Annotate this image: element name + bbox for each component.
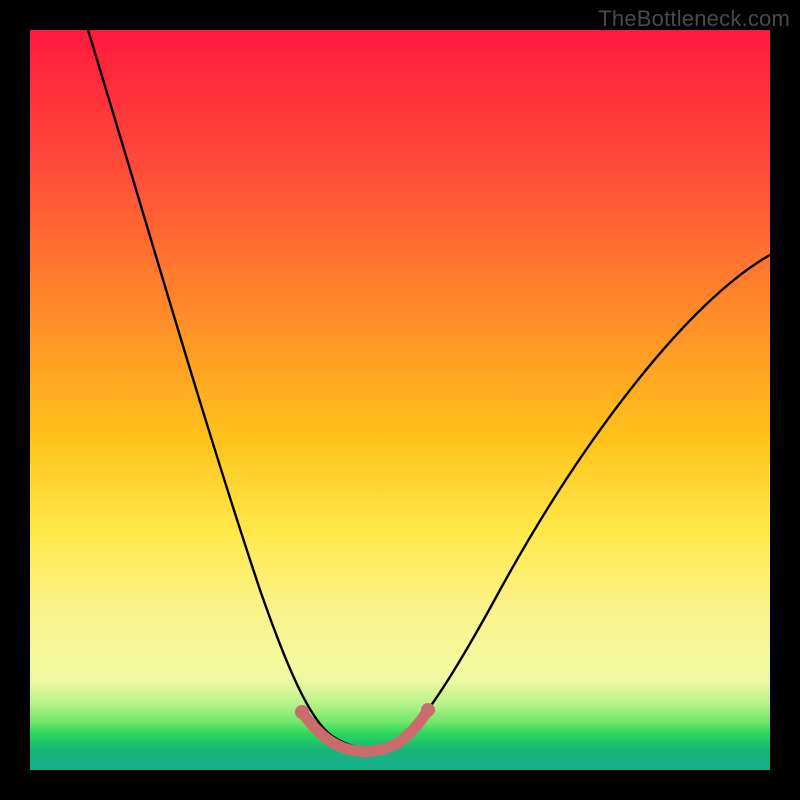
plot-area <box>30 30 770 770</box>
optimal-region-highlight <box>302 710 428 751</box>
highlight-dot-right <box>421 703 435 717</box>
watermark-text: TheBottleneck.com <box>598 6 790 32</box>
bottleneck-curve <box>30 30 770 770</box>
chart-frame: TheBottleneck.com <box>0 0 800 800</box>
curve-path <box>88 30 770 749</box>
highlight-dot-left <box>295 705 309 719</box>
